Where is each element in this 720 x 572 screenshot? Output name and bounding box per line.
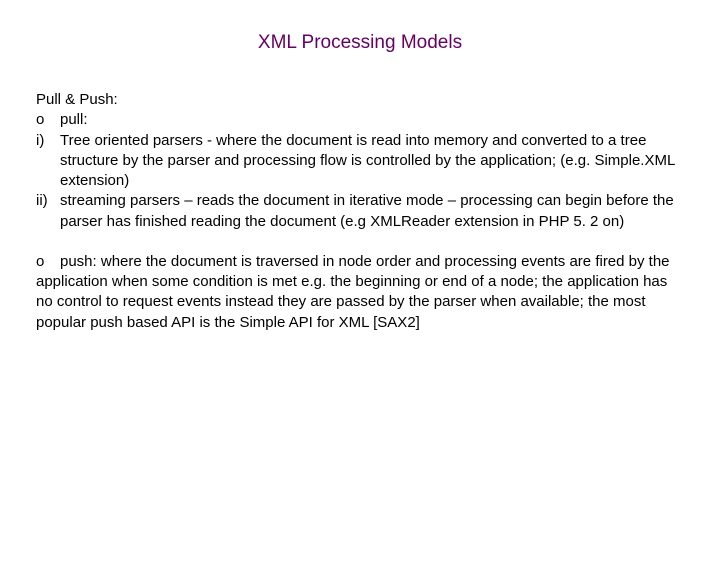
push-marker: o bbox=[36, 252, 60, 272]
slide: XML Processing Models Pull & Push: o pul… bbox=[0, 32, 720, 572]
slide-content: Pull & Push: o pull: i) Tree oriented pa… bbox=[0, 90, 720, 333]
item-text: Tree oriented parsers - where the docume… bbox=[60, 131, 680, 192]
list-item: i) Tree oriented parsers - where the doc… bbox=[36, 131, 680, 192]
item-marker: i) bbox=[36, 131, 60, 151]
slide-title: XML Processing Models bbox=[0, 32, 720, 54]
push-text: push: where the document is traversed in… bbox=[36, 253, 670, 331]
item-marker: ii) bbox=[36, 191, 60, 211]
section-heading: Pull & Push: bbox=[36, 90, 680, 110]
list-item: ii) streaming parsers – reads the docume… bbox=[36, 191, 680, 232]
push-paragraph: opush: where the document is traversed i… bbox=[36, 252, 680, 333]
pull-label-marker: o bbox=[36, 110, 60, 130]
pull-label-row: o pull: bbox=[36, 110, 680, 130]
pull-label-text: pull: bbox=[60, 110, 680, 130]
pull-list: o pull: i) Tree oriented parsers - where… bbox=[36, 110, 680, 232]
item-text: streaming parsers – reads the document i… bbox=[60, 191, 680, 232]
